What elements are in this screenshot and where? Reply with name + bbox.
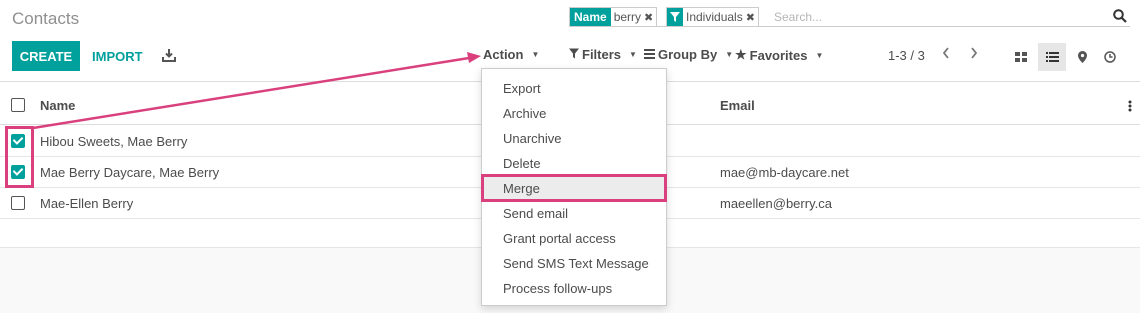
annotation-arrow <box>32 52 481 130</box>
